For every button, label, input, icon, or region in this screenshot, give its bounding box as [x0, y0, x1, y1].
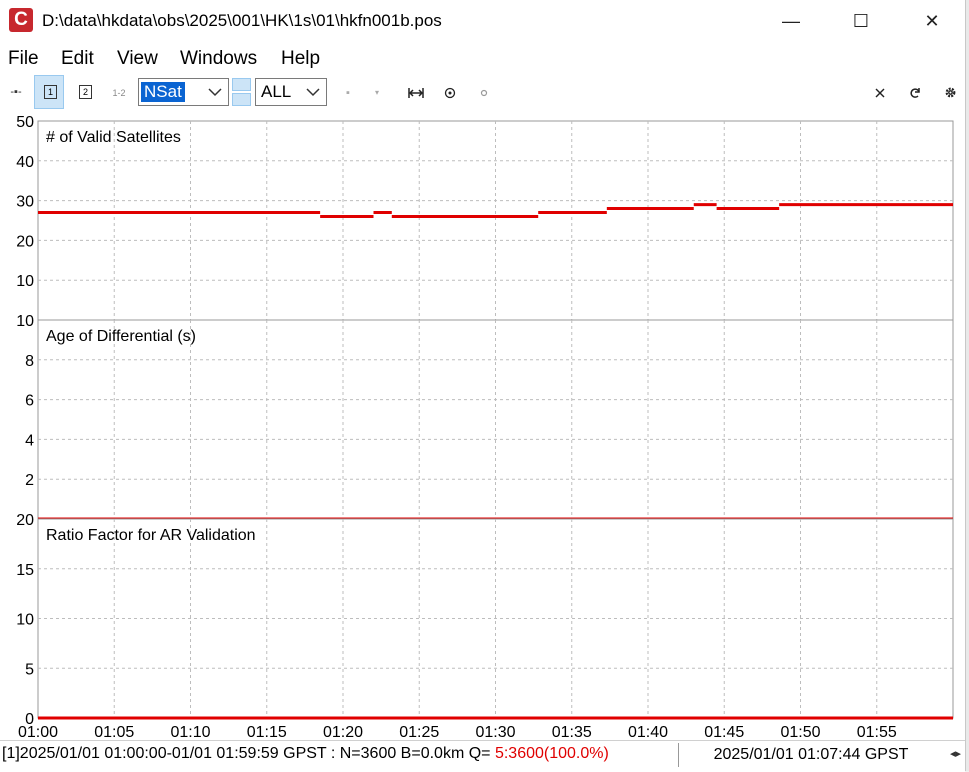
center-target-icon[interactable] [444, 87, 456, 99]
y-tick-label: 40 [16, 154, 34, 171]
status-summary-text: [1]2025/01/01 01:00:00-01/01 01:59:59 GP… [2, 745, 495, 762]
x-tick-label: 01:10 [170, 724, 210, 740]
x-tick-label: 01:45 [704, 724, 744, 740]
plot-area[interactable]: 10 20 30 40 50 # of Valid Satellites 2 4 6 8 10 Age… [0, 112, 965, 740]
split-up-icon [232, 78, 251, 91]
close-button[interactable]: ✕ [909, 6, 955, 36]
sat-split-button[interactable] [232, 78, 252, 106]
split-down-icon [232, 93, 251, 106]
app-logo-icon: C [9, 8, 33, 32]
plot-1-2-icon: 1-2 [112, 88, 126, 98]
chevron-down-icon [306, 88, 320, 97]
plot-1-icon: 1 [44, 85, 57, 99]
menu-file[interactable]: File [8, 48, 39, 70]
y-tick-label: 4 [25, 432, 34, 449]
y-tick-label: 30 [16, 194, 34, 211]
resize-grip-icon: ◂▸ [950, 748, 962, 760]
plot-1-button[interactable]: 1 [34, 75, 64, 109]
window-title: D:\data\hkdata\obs\2025\001\HK\1s\01\hkf… [42, 11, 442, 30]
y-tick-label: 10 [16, 313, 34, 330]
y-tick-label: 6 [25, 393, 34, 410]
connect-icon[interactable]: -▪- [8, 85, 24, 99]
x-tick-label: 01:40 [628, 724, 668, 740]
app-window: C D:\data\hkdata\obs\2025\001\HK\1s\01\h… [0, 0, 966, 772]
status-summary: [1]2025/01/01 01:00:00-01/01 01:59:59 GP… [2, 745, 609, 763]
menu-windows[interactable]: Windows [180, 48, 257, 70]
x-tick-label: 01:30 [475, 724, 515, 740]
panel-title: Ratio Factor for AR Validation [46, 527, 256, 544]
x-tick-label: 01:50 [780, 724, 820, 740]
x-tick-label: 01:00 [18, 724, 58, 740]
x-tick-label: 01:15 [247, 724, 287, 740]
small-dropdown-icon[interactable]: ▾ [372, 86, 382, 100]
menu-help[interactable]: Help [281, 48, 320, 70]
menu-view[interactable]: View [117, 48, 158, 70]
toolbar: -▪- 1 2 1-2 NSat ALL ▪ ▾ [0, 74, 965, 112]
small-circle-icon[interactable] [480, 89, 488, 97]
y-tick-label: 8 [25, 353, 34, 370]
close-x-icon[interactable] [874, 87, 886, 99]
y-tick-label: 50 [16, 114, 34, 131]
y-tick-label: 20 [16, 233, 34, 250]
chevron-down-icon [208, 88, 222, 97]
y-tick-label: 2 [25, 472, 34, 489]
small-dot-icon[interactable]: ▪ [343, 86, 353, 100]
y-tick-label: 5 [25, 661, 34, 678]
satellite-select[interactable]: ALL [255, 78, 327, 106]
menu-edit[interactable]: Edit [61, 48, 94, 70]
panel-title: # of Valid Satellites [46, 129, 181, 146]
x-tick-label: 01:05 [94, 724, 134, 740]
y-tick-label: 10 [16, 273, 34, 290]
x-tick-label: 01:55 [857, 724, 897, 740]
satellite-value: ALL [261, 82, 292, 101]
y-tick-label: 10 [16, 612, 34, 629]
plot-2-button[interactable]: 2 [69, 75, 99, 109]
gear-icon[interactable] [944, 86, 957, 99]
plot-type-select[interactable]: NSat [138, 78, 229, 106]
maximize-button[interactable]: ☐ [838, 6, 884, 36]
plot-2-icon: 2 [79, 85, 92, 99]
x-tick-label: 01:20 [323, 724, 363, 740]
x-tick-label: 01:35 [552, 724, 592, 740]
title-bar: C D:\data\hkdata\obs\2025\001\HK\1s\01\h… [0, 0, 965, 42]
plot-1-2-button[interactable]: 1-2 [104, 75, 134, 109]
status-cursor-time: 2025/01/01 01:07:44 GPST [678, 743, 943, 767]
status-quality: 5:3600(100.0%) [494, 745, 609, 762]
minimize-button[interactable]: — [768, 6, 814, 36]
y-tick-label: 20 [16, 512, 34, 529]
plot-type-value: NSat [141, 82, 185, 102]
status-bar: [1]2025/01/01 01:00:00-01/01 01:59:59 GP… [0, 740, 965, 772]
refresh-icon[interactable] [909, 87, 921, 99]
y-tick-label: 15 [16, 562, 34, 579]
x-tick-label: 01:25 [399, 724, 439, 740]
menu-bar: File Edit View Windows Help [0, 45, 965, 73]
fit-horizontal-icon[interactable] [407, 86, 425, 100]
panel-title: Age of Differential (s) [46, 328, 196, 345]
